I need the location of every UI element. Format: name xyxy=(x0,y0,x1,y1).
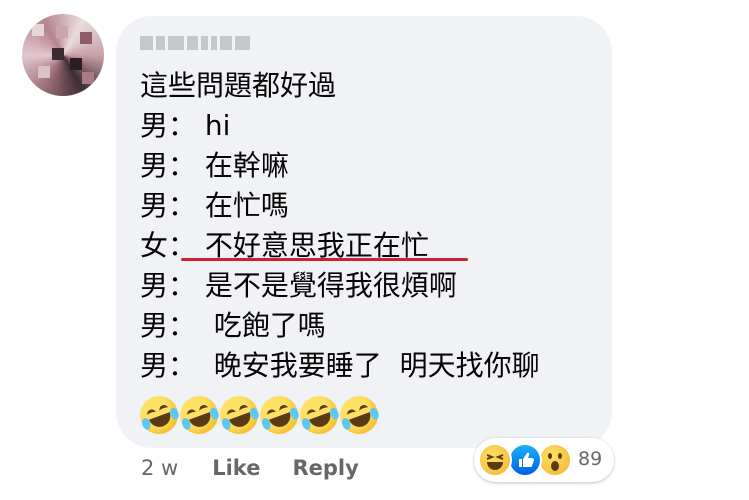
rofl-emoji-icon xyxy=(134,390,184,440)
comment-line: 男： hi xyxy=(140,109,231,142)
rofl-emoji-icon xyxy=(334,390,384,440)
comment-line: 男： 吃飽了嗎 xyxy=(140,309,326,342)
comment-footer: 2 w Like Reply xyxy=(141,456,391,480)
timestamp-link[interactable]: 2 w xyxy=(141,456,178,480)
reply-button[interactable]: Reply xyxy=(292,456,358,480)
comment-text: 這些問題都好過 男： hi 男： 在幹嘛 男： 在忙嗎 女： 不好意思我正在忙 … xyxy=(140,66,540,386)
comment-line: 這些問題都好過 xyxy=(140,69,337,102)
wow-reaction-icon xyxy=(538,443,572,477)
rofl-emoji-icon xyxy=(294,390,344,440)
emoji-row xyxy=(134,390,384,440)
like-reaction-icon xyxy=(508,443,542,477)
reaction-count: 89 xyxy=(578,448,603,470)
comment-line: 男： 在忙嗎 xyxy=(140,189,289,222)
comment-line: 男： 晚安我要睡了 明天找你聊 xyxy=(140,349,540,382)
avatar[interactable] xyxy=(22,14,104,96)
haha-reaction-icon xyxy=(478,443,512,477)
rofl-emoji-icon xyxy=(254,390,304,440)
comment-line: 男： 是不是覺得我很煩啊 xyxy=(140,269,457,302)
like-button[interactable]: Like xyxy=(212,456,260,480)
comment-line: 男： 在幹嘛 xyxy=(140,149,289,182)
rofl-emoji-icon xyxy=(214,390,264,440)
reactions-summary[interactable]: 89 xyxy=(474,438,614,482)
red-underline-annotation xyxy=(181,258,468,261)
rofl-emoji-icon xyxy=(174,390,224,440)
author-name-blurred[interactable] xyxy=(140,36,250,50)
